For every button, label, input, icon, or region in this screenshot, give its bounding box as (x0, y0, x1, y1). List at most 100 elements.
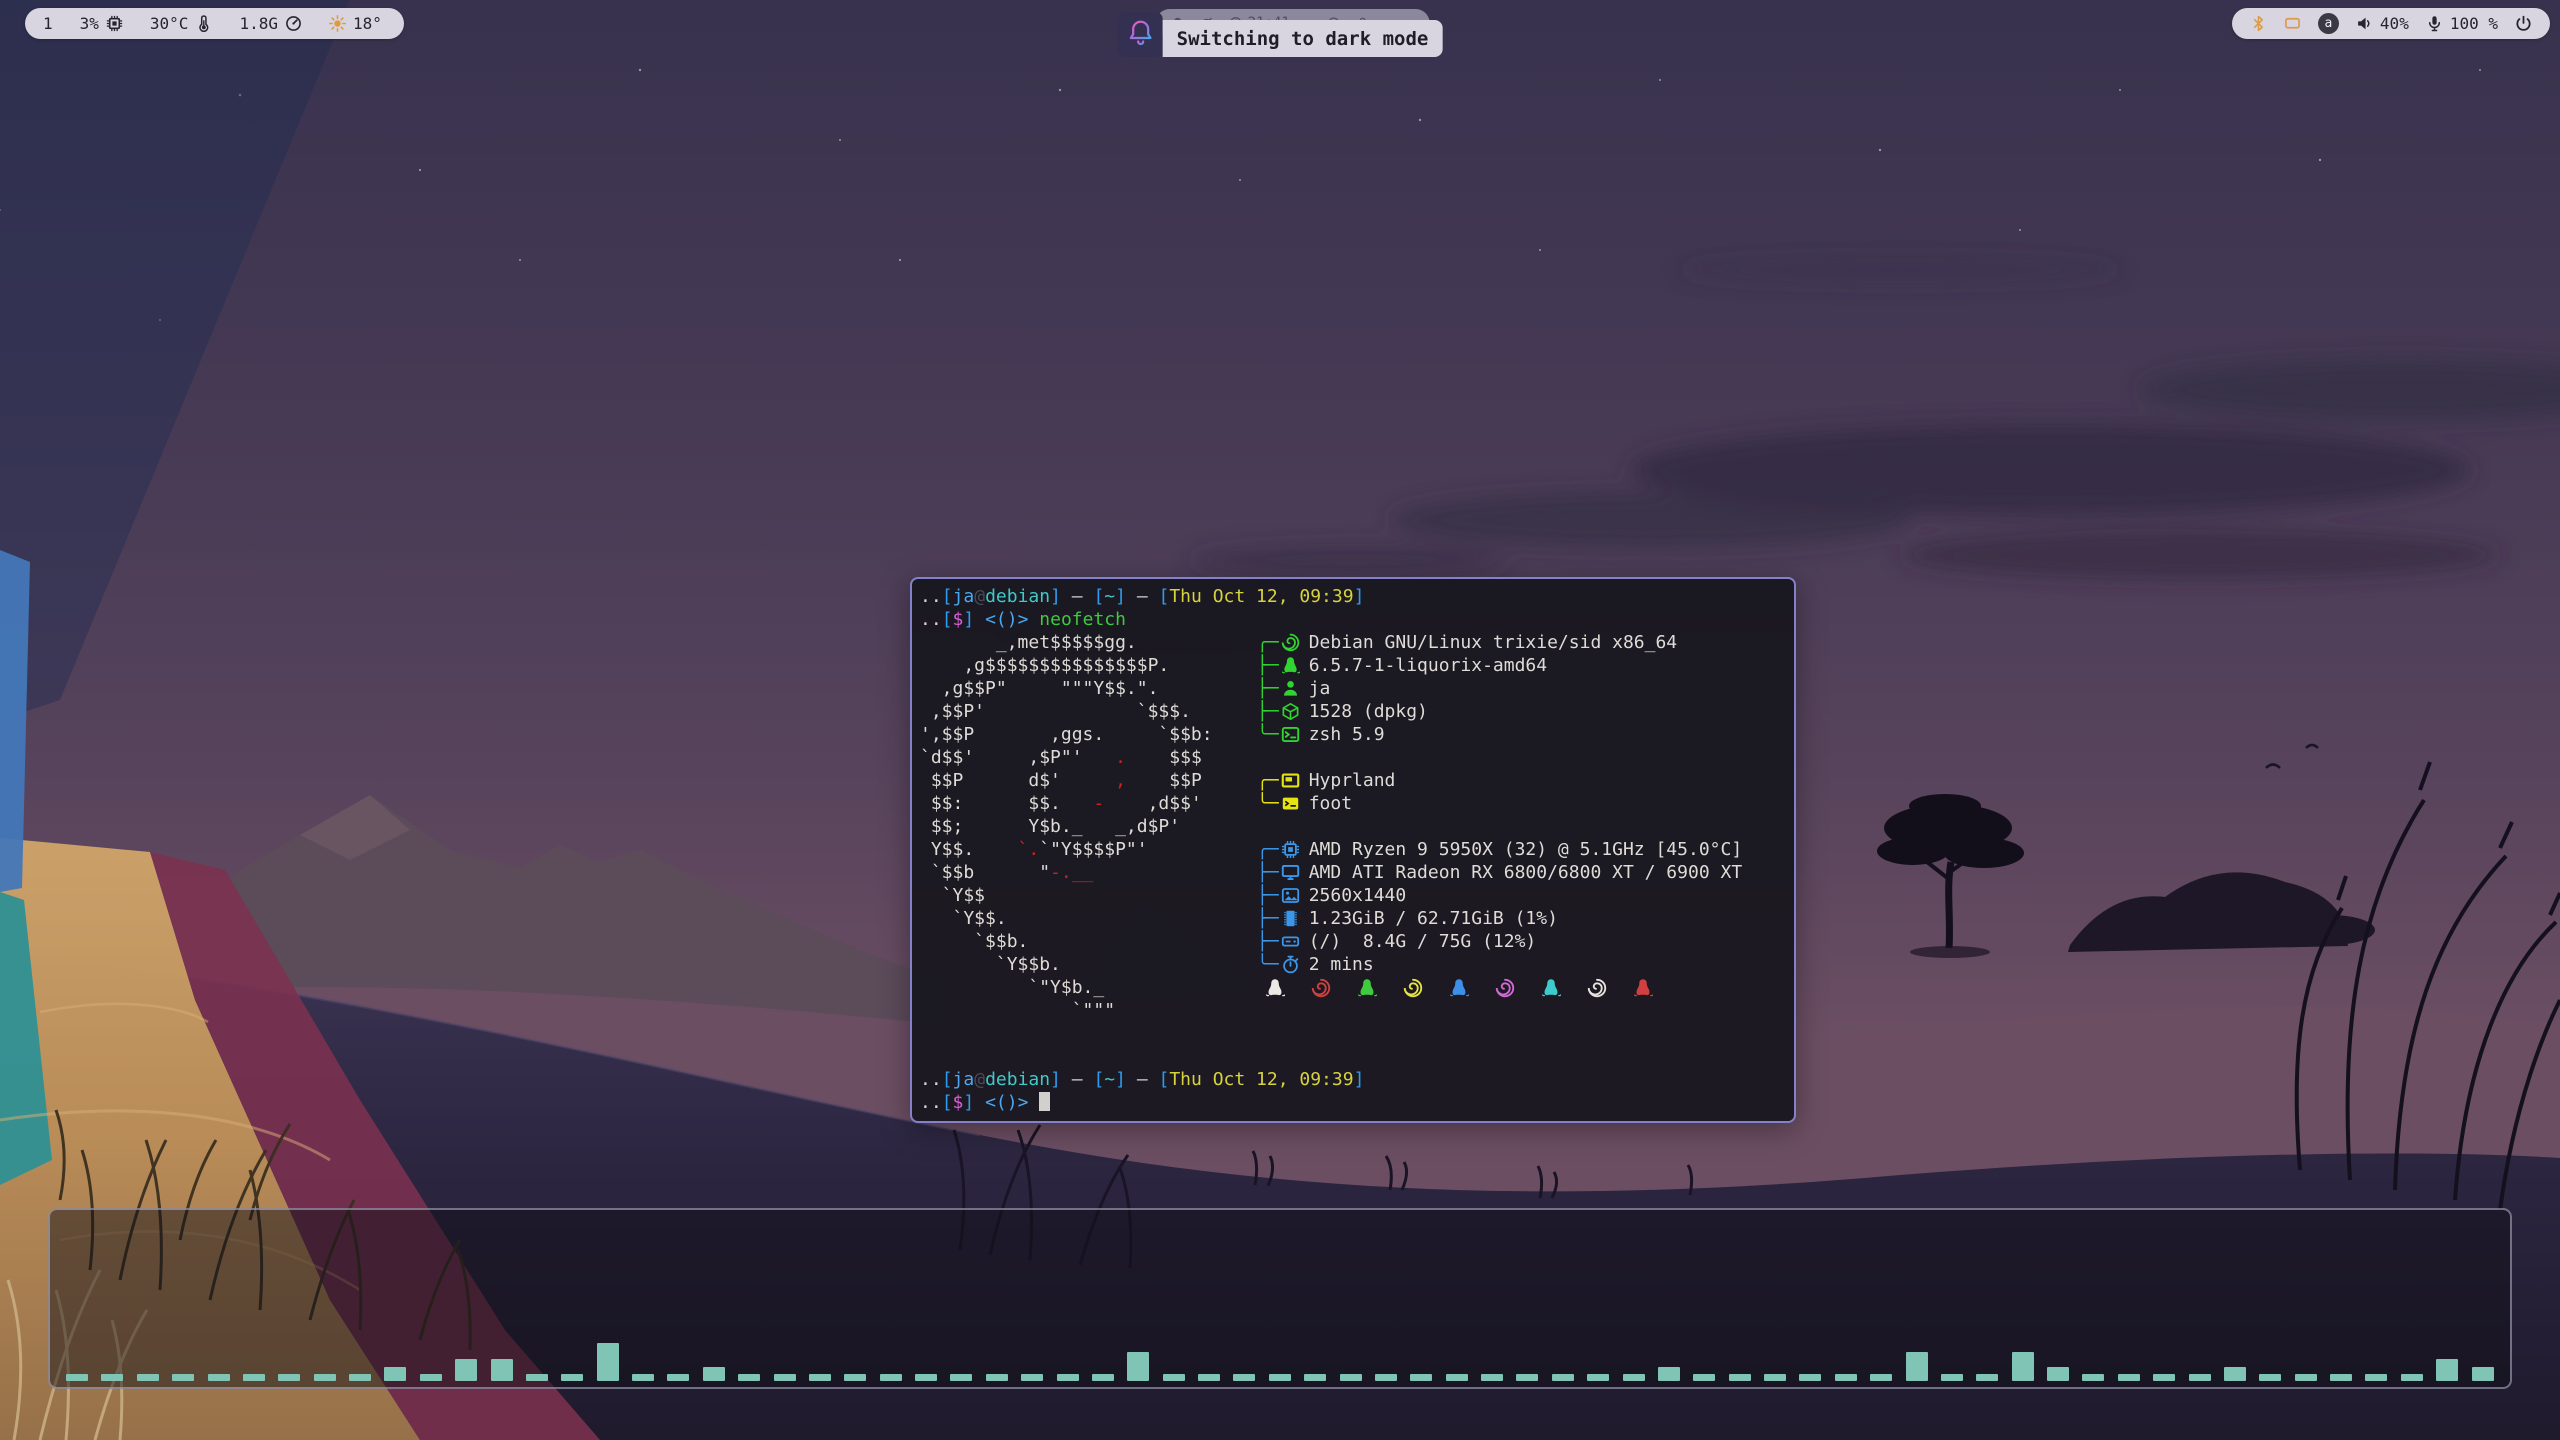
debian-ascii-art: _,met$$$$$gg. ,g$$$$$$$$$$$$$$$P. ,g$$P"… (920, 631, 1257, 1022)
user-icon (1281, 679, 1300, 698)
tux-glyph (1265, 978, 1285, 998)
tree-branch: ╭─ (1257, 838, 1279, 861)
viz-bar (1658, 1367, 1680, 1381)
tree-branch: ╭─ (1257, 769, 1279, 792)
viz-bar (101, 1374, 123, 1381)
cpu-icon (1281, 840, 1300, 859)
viz-bar (1127, 1352, 1149, 1381)
microphone-icon (2426, 15, 2443, 32)
cpu-module[interactable]: 3% (80, 14, 123, 33)
info-row: ╭─ AMD Ryzen 9 5950X (32) @ 5.1GHz [45.0°… (1257, 838, 1742, 861)
notification-toast[interactable]: Switching to dark mode (1118, 12, 1443, 57)
info-text: Hyprland (1309, 769, 1396, 792)
weather-temp: 18° (353, 14, 382, 33)
viz-bar (2365, 1374, 2387, 1381)
info-row: ├─ja (1257, 677, 1742, 700)
tray-app-badge: a (2318, 13, 2339, 34)
notification-bell-tile (1118, 12, 1163, 57)
viz-bar (2259, 1374, 2281, 1381)
viz-bar (1552, 1374, 1574, 1381)
temperature-value: 30°C (150, 14, 189, 33)
info-text: 1528 (dpkg) (1309, 700, 1428, 723)
viz-bar (1941, 1374, 1963, 1381)
audio-visualizer (66, 1343, 2494, 1381)
viz-bar (1835, 1374, 1857, 1381)
temperature-module[interactable]: 30°C (150, 14, 213, 33)
gauge-icon (285, 15, 302, 32)
tux-glyph (1357, 978, 1377, 998)
info-text: ja (1309, 677, 1331, 700)
viz-bar (597, 1343, 619, 1381)
workspace-indicator[interactable]: 1 (43, 14, 53, 33)
tux-icon (1281, 656, 1300, 675)
info-text: foot (1309, 792, 1352, 815)
info-row: ╰─zsh 5.9 (1257, 723, 1742, 746)
memory-module[interactable]: 1.8G (239, 14, 302, 33)
tree-branch: ├─ (1257, 884, 1279, 907)
command-text: neofetch (1039, 609, 1126, 630)
viz-bar (809, 1374, 831, 1381)
bluetooth-module[interactable] (2250, 15, 2267, 32)
memory-value: 1.8G (239, 14, 278, 33)
sun-icon (329, 15, 346, 32)
tree-branch: ╰─ (1257, 723, 1279, 746)
viz-bar (243, 1374, 265, 1381)
swirl-glyph (1403, 978, 1423, 998)
info-text: (/) 8.4G / 75G (12%) (1309, 930, 1537, 953)
info-text: Debian GNU/Linux trixie/sid x86_64 (1309, 631, 1677, 654)
info-row: ├─AMD ATI Radeon RX 6800/6800 XT / 6900 … (1257, 861, 1742, 884)
viz-bar (1410, 1374, 1432, 1381)
viz-bar (2401, 1374, 2423, 1381)
power-module[interactable] (2515, 15, 2532, 32)
volume-module[interactable]: 40% (2356, 14, 2409, 33)
info-row: ├─2560x1440 (1257, 884, 1742, 907)
resolution-icon (1281, 886, 1300, 905)
shell-icon (1281, 725, 1300, 744)
workspace-number: 1 (43, 14, 53, 33)
swirl-glyph (1495, 978, 1515, 998)
viz-bar (632, 1374, 654, 1381)
notification-bell-icon (1125, 18, 1155, 52)
info-text: AMD Ryzen 9 5950X (32) @ 5.1GHz [45.0°C] (1309, 838, 1742, 861)
viz-bar (1021, 1374, 1043, 1381)
viz-bar (950, 1374, 972, 1381)
disk-icon (1281, 932, 1300, 951)
viz-bar (2082, 1374, 2104, 1381)
memory-icon (1281, 909, 1300, 928)
volume-value: 40% (2380, 14, 2409, 33)
mic-module[interactable]: 100 % (2426, 14, 2498, 33)
terminal-line (920, 1045, 1786, 1068)
viz-bar (1233, 1374, 1255, 1381)
viz-bar (844, 1374, 866, 1381)
tux-glyph (1633, 978, 1653, 998)
viz-bar (1481, 1374, 1503, 1381)
tray-app-module[interactable]: a (2318, 13, 2339, 34)
viz-bar (1269, 1374, 1291, 1381)
viz-bar (526, 1374, 548, 1381)
viz-bar (66, 1374, 88, 1381)
display-module[interactable] (2284, 15, 2301, 32)
notification-message: Switching to dark mode (1163, 20, 1443, 57)
viz-bar (1764, 1374, 1786, 1381)
info-row: ╰─foot (1257, 792, 1742, 815)
wm-icon (1281, 771, 1300, 790)
tux-glyph (1449, 978, 1469, 998)
viz-bar (1304, 1374, 1326, 1381)
viz-bar (384, 1367, 406, 1381)
info-text: 2 mins (1309, 953, 1374, 976)
viz-bar (2295, 1374, 2317, 1381)
viz-bar (2118, 1374, 2140, 1381)
tree-branch: ├─ (1257, 930, 1279, 953)
terminal-line (920, 1022, 1786, 1045)
terminal-window[interactable]: ..[ja@debian] – [~] – [Thu Oct 12, 09:39… (910, 577, 1796, 1123)
status-bar-right: a 40% 100 % (2232, 8, 2550, 39)
viz-bar (1906, 1352, 1928, 1381)
viz-bar (2012, 1352, 2034, 1381)
status-bar-left: 1 3% 30°C 1.8G 18° (25, 8, 404, 39)
weather-module[interactable]: 18° (329, 14, 382, 33)
viz-bar (455, 1359, 477, 1381)
viz-bar (1057, 1374, 1079, 1381)
viz-bar (137, 1374, 159, 1381)
info-row: ├─1.23GiB / 62.71GiB (1%) (1257, 907, 1742, 930)
viz-bar (2330, 1374, 2352, 1381)
